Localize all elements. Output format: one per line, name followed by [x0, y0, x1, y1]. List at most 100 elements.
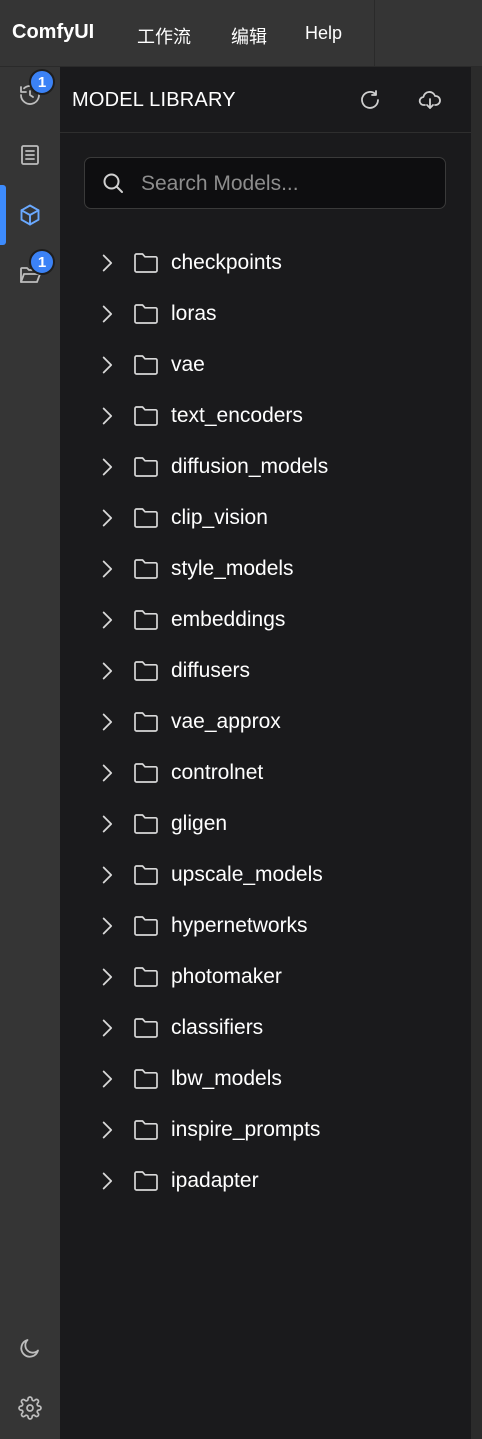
- chevron-right-icon[interactable]: [97, 253, 117, 273]
- menu-workflow[interactable]: 工作流: [137, 23, 191, 49]
- search-box: [84, 157, 446, 209]
- folder-label: photomaker: [171, 964, 282, 988]
- folder-icon: [134, 966, 158, 987]
- node-library-button[interactable]: [0, 127, 60, 183]
- app-logo[interactable]: ComfyUI: [12, 21, 94, 44]
- folder-icon: [134, 252, 158, 273]
- folder-icon: [134, 558, 158, 579]
- moon-icon: [20, 1339, 39, 1358]
- chevron-right-icon[interactable]: [97, 610, 117, 630]
- history-count-badge: 1: [29, 69, 55, 95]
- tree-folder-row[interactable]: diffusion_models: [60, 441, 471, 492]
- folder-icon: [134, 1068, 158, 1089]
- folder-icon: [134, 762, 158, 783]
- folder-label: classifiers: [171, 1015, 264, 1039]
- tree-folder-row[interactable]: text_encoders: [60, 390, 471, 441]
- folder-icon: [134, 456, 158, 477]
- workflows-count-badge: 1: [29, 249, 55, 275]
- folder-label: diffusers: [171, 658, 250, 682]
- folder-icon: [134, 711, 158, 732]
- folder-label: controlnet: [171, 760, 264, 784]
- chevron-right-icon[interactable]: [97, 355, 117, 375]
- folder-icon: [134, 303, 158, 324]
- refresh-icon: [361, 90, 379, 109]
- folder-icon: [134, 864, 158, 885]
- tree-folder-row[interactable]: hypernetworks: [60, 900, 471, 951]
- tree-folder-row[interactable]: photomaker: [60, 951, 471, 1002]
- folder-icon: [134, 354, 158, 375]
- chevron-right-icon[interactable]: [97, 1120, 117, 1140]
- folder-label: vae: [171, 352, 205, 376]
- folder-label: vae_approx: [171, 709, 281, 733]
- folder-icon: [134, 660, 158, 681]
- tree-folder-row[interactable]: lbw_models: [60, 1053, 471, 1104]
- chevron-right-icon[interactable]: [97, 865, 117, 885]
- model-library-button[interactable]: [0, 187, 60, 243]
- chevron-right-icon[interactable]: [97, 712, 117, 732]
- folder-label: embeddings: [171, 607, 286, 631]
- refresh-button[interactable]: [353, 83, 387, 117]
- chevron-right-icon[interactable]: [97, 457, 117, 477]
- sidebar-rail: 1 1: [0, 67, 60, 1439]
- chevron-right-icon[interactable]: [97, 661, 117, 681]
- cloud-download-icon: [418, 91, 441, 109]
- tree-folder-row[interactable]: controlnet: [60, 747, 471, 798]
- chevron-right-icon[interactable]: [97, 763, 117, 783]
- tree-folder-row[interactable]: inspire_prompts: [60, 1104, 471, 1155]
- chevron-right-icon[interactable]: [97, 406, 117, 426]
- folder-icon: [134, 1170, 158, 1191]
- folder-label: inspire_prompts: [171, 1117, 321, 1141]
- chevron-right-icon[interactable]: [97, 916, 117, 936]
- chevron-right-icon[interactable]: [97, 814, 117, 834]
- folder-label: clip_vision: [171, 505, 268, 529]
- folder-icon: [134, 1017, 158, 1038]
- folder-label: upscale_models: [171, 862, 323, 886]
- tree-folder-row[interactable]: gligen: [60, 798, 471, 849]
- folder-label: text_encoders: [171, 403, 303, 427]
- tree-folder-row[interactable]: style_models: [60, 543, 471, 594]
- chevron-right-icon[interactable]: [97, 967, 117, 987]
- tree-folder-row[interactable]: clip_vision: [60, 492, 471, 543]
- chevron-right-icon[interactable]: [97, 1018, 117, 1038]
- gear-icon: [18, 1396, 42, 1420]
- tree-folder-row[interactable]: embeddings: [60, 594, 471, 645]
- menu-edit[interactable]: 编辑: [231, 23, 267, 49]
- folder-label: lbw_models: [171, 1066, 282, 1090]
- folder-label: checkpoints: [171, 250, 282, 274]
- tree-folder-row[interactable]: loras: [60, 288, 471, 339]
- chevron-right-icon[interactable]: [97, 1171, 117, 1191]
- search-icon: [103, 173, 123, 193]
- folder-icon: [134, 609, 158, 630]
- folder-label: diffusion_models: [171, 454, 329, 478]
- tree-folder-row[interactable]: checkpoints: [60, 237, 471, 288]
- tree-folder-row[interactable]: vae: [60, 339, 471, 390]
- settings-button[interactable]: [0, 1380, 60, 1436]
- folder-label: ipadapter: [171, 1168, 259, 1192]
- topbar-divider: [374, 0, 375, 66]
- search-input[interactable]: [139, 166, 433, 202]
- folder-icon: [134, 405, 158, 426]
- tree-folder-row[interactable]: classifiers: [60, 1002, 471, 1053]
- panel-header: MODEL LIBRARY: [60, 67, 471, 133]
- model-library-panel: MODEL LIBRARY checkpoints loras vae text_en…: [60, 67, 471, 1439]
- tree-folder-row[interactable]: vae_approx: [60, 696, 471, 747]
- folder-label: gligen: [171, 811, 228, 835]
- top-menu-bar: ComfyUI 工作流 编辑 Help: [0, 0, 482, 67]
- chevron-right-icon[interactable]: [97, 1069, 117, 1089]
- folder-icon: [134, 915, 158, 936]
- chevron-right-icon[interactable]: [97, 304, 117, 324]
- chevron-right-icon[interactable]: [97, 508, 117, 528]
- load-all-metadata-button[interactable]: [413, 83, 447, 117]
- theme-toggle-button[interactable]: [0, 1320, 60, 1376]
- folder-icon: [134, 1119, 158, 1140]
- tree-folder-row[interactable]: ipadapter: [60, 1155, 471, 1206]
- tree-folder-row[interactable]: upscale_models: [60, 849, 471, 900]
- panel-scrollbar[interactable]: [471, 67, 482, 1439]
- tree-folder-row[interactable]: diffusers: [60, 645, 471, 696]
- folder-label: loras: [171, 301, 217, 325]
- folder-icon: [134, 813, 158, 834]
- folder-icon: [134, 507, 158, 528]
- menu-help[interactable]: Help: [305, 23, 342, 44]
- cube-icon: [20, 204, 40, 226]
- chevron-right-icon[interactable]: [97, 559, 117, 579]
